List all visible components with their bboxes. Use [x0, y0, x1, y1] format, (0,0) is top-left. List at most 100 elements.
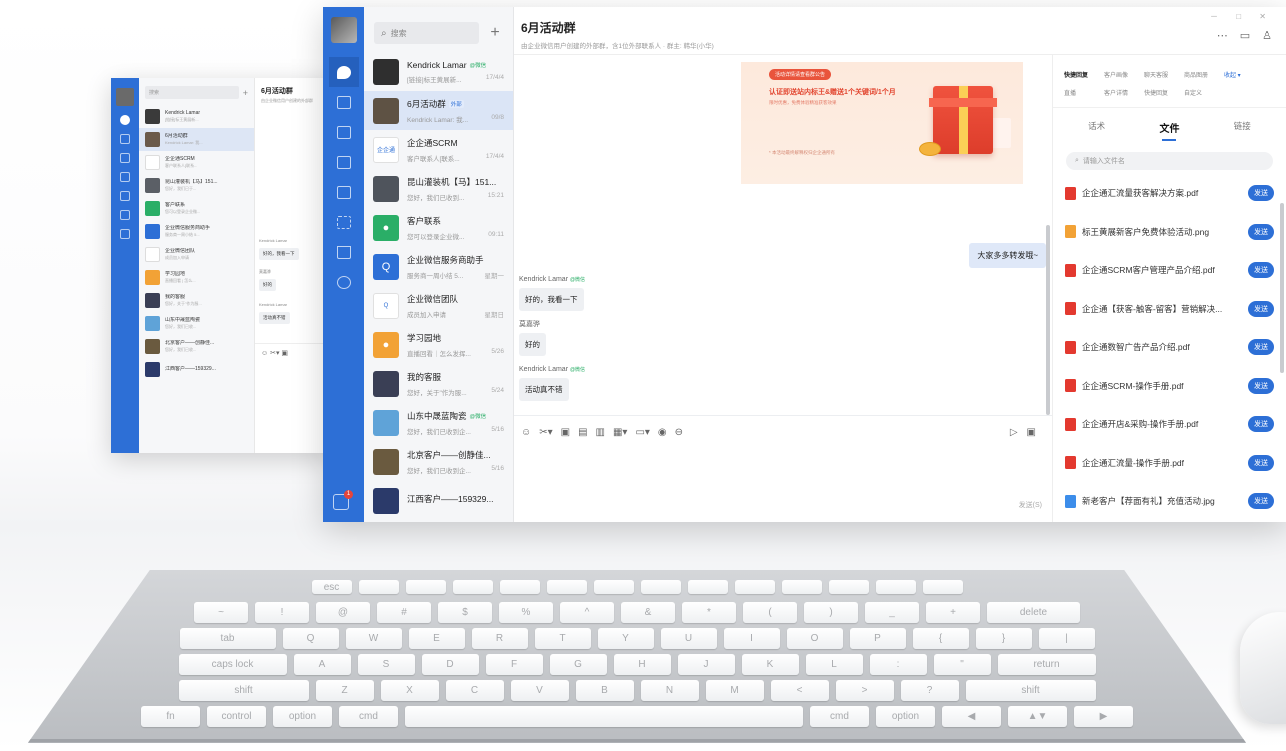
file-item[interactable]: 企企通汇流量获客解决方案.pdf 发送 — [1053, 174, 1286, 213]
conversation-item[interactable]: Q 企业微信团队 成员加入申请 星期日 — [364, 286, 513, 325]
conversation-avatar: ● — [373, 331, 399, 358]
notification-bell[interactable]: 1 — [333, 490, 353, 510]
add-member-icon[interactable]: ♙ — [1262, 29, 1272, 42]
mail-icon[interactable] — [329, 87, 359, 117]
document-icon[interactable] — [329, 177, 359, 207]
tab-files[interactable]: 文件 — [1159, 120, 1179, 141]
keyboard-key: cmd — [339, 706, 398, 727]
panel-nav-item[interactable]: 直播 — [1064, 88, 1104, 97]
keyboard-key: ◀ — [942, 706, 1001, 727]
card-icon[interactable]: ▦▾ — [613, 427, 627, 438]
conversation-item[interactable]: ● 学习园地 直播回看｜怎么发挥... 5/26 — [364, 325, 513, 364]
send-file-button[interactable]: 发送 — [1248, 416, 1274, 433]
keyboard-key: R — [471, 628, 528, 649]
file-item[interactable]: 标王黄展新客户免费体验活动.png 发送 — [1053, 213, 1286, 252]
history-icon[interactable]: ▣ — [1027, 427, 1036, 438]
pdf-file-icon — [1065, 340, 1076, 354]
tab-scripts[interactable]: 话术 — [1088, 120, 1105, 135]
message-bubble[interactable]: 活动真不错 — [519, 378, 569, 401]
screen-icon[interactable]: ▭ — [1240, 29, 1250, 42]
message-bubble[interactable]: 好的 — [519, 333, 546, 356]
promo-banner-image[interactable]: 活动详情请查看群公告 认证即送站内标王&赠送1个关键词/1个月 限时优惠，免费体… — [741, 62, 1023, 184]
conversation-item[interactable]: 山东中晟蓝陶瓷 @微信 您好，我们已收到企... 5/16 — [364, 403, 513, 442]
conversation-item[interactable]: 江西客户——159329... — [364, 481, 513, 520]
file-item[interactable]: 企企通数智广告产品介绍.pdf 发送 — [1053, 328, 1286, 367]
panel-nav-item[interactable]: 自定义 — [1184, 88, 1224, 97]
notification-badge: 1 — [344, 490, 353, 499]
send-file-button[interactable]: 发送 — [1248, 223, 1274, 240]
conversation-meta-row: 客户联系人[联系... 17/4/4 — [407, 153, 504, 163]
conversation-name: Kendrick Lamar — [407, 59, 467, 70]
calendar-icon[interactable] — [329, 147, 359, 177]
folder-icon[interactable]: ▭▾ — [635, 427, 649, 438]
keyboard-key: _ — [865, 602, 919, 623]
more-tools-icon[interactable]: ⊖ — [675, 427, 683, 438]
conversation-item[interactable]: 北京客户——创静佳... 您好，我们已收到企... 5/16 — [364, 442, 513, 481]
message-bubble[interactable]: 好的，我看一下 — [519, 288, 584, 311]
sender-name: Kendrick Lamar — [519, 276, 569, 283]
doc-icon[interactable]: ▥ — [596, 427, 605, 438]
conversation-meta-row: 成员加入申请 星期日 — [407, 309, 504, 319]
message-scrollbar[interactable] — [1046, 225, 1050, 415]
more-icon[interactable]: ⋯ — [1217, 29, 1228, 42]
back-msg-bubble: 好的，我看一下 — [259, 248, 299, 260]
conversation-item[interactable]: 企企通 企企通SCRM 客户联系人[联系... 17/4/4 — [364, 130, 513, 169]
settings-icon[interactable] — [329, 267, 359, 297]
search-input[interactable]: ⌕ 搜索 — [374, 22, 479, 44]
back-list-item: Kendrick Lamar [链接]标王黄展新... — [139, 105, 254, 128]
file-item[interactable]: 新老客户【荐面有礼】充值活动.jpg 发送 — [1053, 482, 1286, 521]
user-avatar[interactable] — [330, 17, 357, 43]
conversation-item[interactable]: Kendrick Lamar @微信 [链接]标王黄展新... 17/4/4 — [364, 52, 513, 91]
send-file-button[interactable]: 发送 — [1248, 300, 1274, 317]
file-item[interactable]: 企企通开店&采购-操作手册.pdf 发送 — [1053, 405, 1286, 444]
conversation-text: 企企通SCRM 客户联系人[联系... 17/4/4 — [407, 137, 504, 163]
conversation-item[interactable]: Q 企业微信服务商助手 服务商一周小结 5... 星期一 — [364, 247, 513, 286]
workbench-icon[interactable] — [329, 117, 359, 147]
send-file-button[interactable]: 发送 — [1248, 185, 1274, 202]
emoji-icon[interactable]: ☺ — [521, 427, 531, 438]
video-icon[interactable]: ▷ — [1010, 427, 1018, 438]
send-button[interactable]: 发送(S) — [1019, 500, 1042, 510]
send-file-button[interactable]: 发送 — [1248, 454, 1274, 471]
file-icon[interactable]: ▤ — [578, 427, 587, 438]
keyboard-key: J — [677, 654, 735, 675]
my-message-bubble[interactable]: 大家多多转发哦~ — [969, 243, 1046, 268]
org-icon[interactable] — [329, 237, 359, 267]
panel-nav-item[interactable]: 快捷回复 — [1144, 88, 1184, 97]
send-file-button[interactable]: 发送 — [1248, 339, 1274, 356]
panel-nav-item[interactable]: 客户详情 — [1104, 88, 1144, 97]
conversation-avatar — [373, 97, 399, 124]
image-icon[interactable]: ▣ — [561, 427, 570, 438]
back-msg-bubble: 好的 — [259, 279, 276, 291]
conversation-item[interactable]: 6月活动群 外部 Kendrick Lamar: 我... 09/8 — [364, 91, 513, 130]
window-controls[interactable]: － □ ✕ — [1210, 11, 1274, 22]
panel-nav-item[interactable]: 客户画像 — [1104, 70, 1144, 79]
collapse-button[interactable]: 收起 ▾ — [1224, 70, 1264, 79]
panel-nav-item[interactable]: 商品图册 — [1184, 70, 1224, 79]
send-file-button[interactable]: 发送 — [1248, 377, 1274, 394]
file-item[interactable]: 企企通汇流量-操作手册.pdf 发送 — [1053, 444, 1286, 483]
file-search-input[interactable]: ⌕ 请输入文件名 — [1066, 152, 1273, 170]
screenshot-icon[interactable]: ✂▾ — [539, 427, 552, 438]
conversation-item[interactable]: 昆山灌装机【马】151... 您好，我们已收到... 15:21 — [364, 169, 513, 208]
message-icon[interactable] — [328, 57, 359, 87]
message-editor[interactable]: ☺ ✂▾ ▣ ▤ ▥ ▦▾ ▭▾ ◉ ⊖ ▷ ▣ 发送(S) — [514, 415, 1052, 522]
file-item[interactable]: 企企通SCRM-操作手册.pdf 发送 — [1053, 367, 1286, 406]
panel-scrollbar[interactable] — [1280, 203, 1284, 373]
file-item[interactable]: 企企通SCRM客户管理产品介绍.pdf 发送 — [1053, 251, 1286, 290]
tab-links[interactable]: 链接 — [1234, 120, 1251, 135]
record-icon[interactable]: ◉ — [658, 427, 667, 438]
panel-nav-item[interactable]: 聊天客服 — [1144, 70, 1184, 79]
conversation-avatar: 企企通 — [373, 136, 399, 163]
back-contact-avatar — [145, 339, 160, 354]
conversation-item[interactable]: ● 客户联系 您可以登录企业微... 09:11 — [364, 208, 513, 247]
apps-icon[interactable] — [329, 207, 359, 237]
add-button[interactable]: + — [487, 24, 503, 42]
panel-nav-item[interactable]: 快捷回复 — [1064, 70, 1104, 79]
keyboard-key: return — [997, 654, 1096, 675]
pdf-file-icon — [1065, 186, 1076, 200]
send-file-button[interactable]: 发送 — [1248, 262, 1274, 279]
conversation-item[interactable]: 我的客服 您好，关于"作为服... 5/24 — [364, 364, 513, 403]
file-item[interactable]: 企企通【获客-触客-留客】营销解决... 发送 — [1053, 290, 1286, 329]
send-file-button[interactable]: 发送 — [1248, 493, 1274, 510]
